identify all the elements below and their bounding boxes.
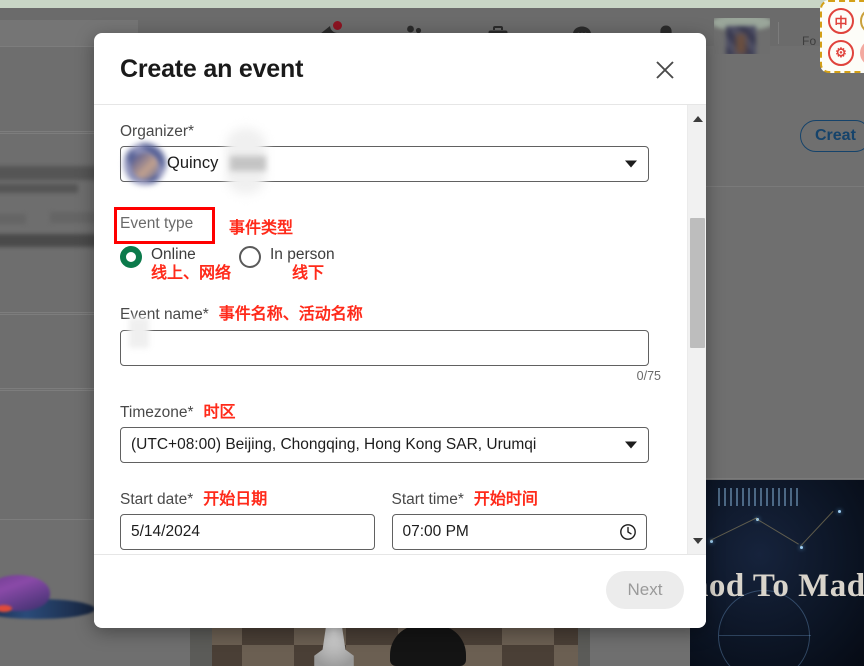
clock-icon xyxy=(619,523,637,541)
event-type-label-cn: 事件类型 xyxy=(229,220,294,237)
chess-edge xyxy=(578,625,590,666)
dialog-scrollbar[interactable] xyxy=(687,105,706,554)
radio-online-input[interactable] xyxy=(117,246,142,277)
floating-toolbox[interactable]: 中 ◎ ⚙ xyxy=(820,0,864,73)
chevron-down-icon xyxy=(625,441,637,449)
organizer-avatar-inner xyxy=(132,153,158,179)
start-datetime-row: Start date* 开始日期 5/14/2024 Start time* 开… xyxy=(120,485,661,550)
start-time-label-row: Start time* 开始时间 xyxy=(392,485,662,509)
organizer-name: Quincy xyxy=(167,154,219,172)
tech-line xyxy=(800,510,834,547)
radio-smudge xyxy=(117,255,137,277)
radio-in-person-label: In person xyxy=(270,246,335,263)
for-business-label[interactable]: Fo xyxy=(802,34,816,48)
timezone-label: Timezone* xyxy=(120,404,194,421)
organizer-row: Quincy xyxy=(120,128,661,194)
next-button[interactable]: Next xyxy=(606,571,684,609)
profile-avatar[interactable] xyxy=(714,18,770,54)
start-time-label-cn: 开始时间 xyxy=(473,491,538,508)
radio-in-person-label-cn: 线下 xyxy=(292,265,325,282)
ufo-image xyxy=(0,575,100,625)
home-notification-badge xyxy=(330,18,345,33)
organizer-surname-redacted xyxy=(230,156,266,171)
tech-image-caption: hod To Mad xyxy=(690,568,864,604)
start-time-input[interactable]: 07:00 PM xyxy=(391,514,647,550)
event-name-label-row: Event name* 事件名称、活动名称 xyxy=(120,300,661,324)
start-date-input[interactable]: 5/14/2024 xyxy=(120,514,375,550)
start-time-value: 07:00 PM xyxy=(402,523,469,540)
peach-icon[interactable] xyxy=(860,40,864,66)
chess-image xyxy=(190,625,590,666)
start-date-col: Start date* 开始日期 5/14/2024 xyxy=(120,485,390,550)
event-type-radio-group: Online 线上、网络 In person 线下 xyxy=(117,246,661,294)
event-name-smudge xyxy=(129,318,149,348)
start-time-col: Start time* 开始时间 07:00 PM xyxy=(391,485,662,550)
bg-blur-line xyxy=(0,214,26,224)
radio-option-online[interactable]: Online 线上、网络 xyxy=(117,246,231,283)
nav-divider xyxy=(778,22,779,44)
radio-online-label-wrap: Online 线上、网络 xyxy=(151,246,231,283)
start-date-label: Start date* xyxy=(120,491,194,508)
radio-online-label-cn: 线上、网络 xyxy=(151,265,232,282)
radio-online-label: Online xyxy=(151,246,196,263)
radio-option-in-person[interactable]: In person 线下 xyxy=(239,246,335,283)
start-date-label-cn: 开始日期 xyxy=(203,491,268,508)
chinese-seal-icon[interactable]: 中 xyxy=(828,8,854,34)
create-event-dialog: Create an event Organizer* Quincy Event … xyxy=(94,33,706,628)
dialog-body: Organizer* Quincy Event type 事件类型 Online… xyxy=(94,105,706,554)
start-time-label: Start time* xyxy=(391,491,464,508)
browser-top-strip xyxy=(0,0,864,8)
organizer-label-text: Organizer* xyxy=(120,123,195,140)
screen: Fo 中 ◎ ⚙ s Creat xyxy=(0,0,864,666)
radio-in-person-input[interactable] xyxy=(239,246,261,268)
page-title: Create an event xyxy=(120,55,304,83)
close-icon[interactable] xyxy=(648,53,682,87)
timezone-value: (UTC+08:00) Beijing, Chongqing, Hong Kon… xyxy=(131,436,537,453)
dialog-header: Create an event xyxy=(94,33,706,105)
start-date-value: 5/14/2024 xyxy=(131,523,200,540)
dialog-footer: Next xyxy=(94,554,706,627)
tech-line xyxy=(755,518,799,545)
tech-node xyxy=(838,510,841,513)
chess-edge xyxy=(190,625,212,666)
gear-icon[interactable]: ⚙ xyxy=(828,40,854,66)
event-name-input[interactable] xyxy=(120,330,649,366)
create-button-background[interactable]: Creat xyxy=(800,120,864,152)
form-scroll-area: Organizer* Quincy Event type 事件类型 Online… xyxy=(94,105,687,554)
radio-in-person-label-wrap: In person 线下 xyxy=(270,246,335,283)
chevron-down-icon xyxy=(625,160,637,168)
timezone-label-cn: 时区 xyxy=(203,404,236,421)
event-type-label: Event type xyxy=(120,215,194,232)
start-date-label-row: Start date* 开始日期 xyxy=(120,485,390,509)
circle-icon[interactable]: ◎ xyxy=(860,8,864,34)
scrollbar-thumb[interactable] xyxy=(690,218,705,348)
timezone-select[interactable]: (UTC+08:00) Beijing, Chongqing, Hong Kon… xyxy=(120,427,649,463)
scroll-down-icon[interactable] xyxy=(688,531,706,550)
chess-black-piece xyxy=(390,625,466,666)
event-name-row: 0/75 xyxy=(120,318,661,383)
event-type-label-row: Event type 事件类型 xyxy=(114,207,661,244)
event-name-label-cn: 事件名称、活动名称 xyxy=(218,306,363,323)
event-name-char-count: 0/75 xyxy=(636,369,661,383)
bg-blur-line xyxy=(0,184,78,193)
tech-bars xyxy=(718,488,798,506)
organizer-label: Organizer* xyxy=(120,123,661,141)
tech-line xyxy=(710,517,758,541)
scroll-up-icon[interactable] xyxy=(688,109,706,128)
avatar-detail xyxy=(736,34,746,54)
timezone-label-row: Timezone* 时区 xyxy=(120,398,661,422)
